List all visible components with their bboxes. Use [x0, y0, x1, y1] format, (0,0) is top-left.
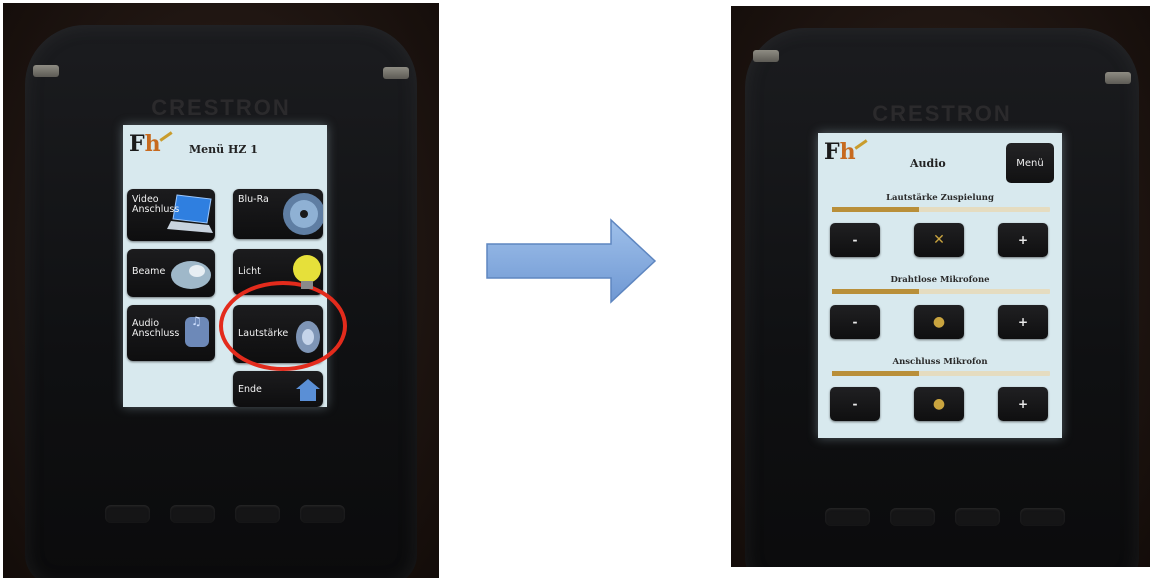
bulb-icon: [293, 255, 321, 289]
logo-swoosh: [854, 139, 868, 150]
brand-logo: CRESTRON: [872, 101, 1012, 126]
projector-icon: [171, 261, 211, 289]
level-fill: [832, 207, 920, 212]
mute-button[interactable]: ✕: [914, 223, 964, 257]
mute-icon: ✕: [933, 232, 945, 248]
section-label: Drahtlose Mikrofone: [890, 275, 990, 285]
home-icon: [296, 379, 320, 401]
tile-blu-ray[interactable]: Blu-Ra: [233, 189, 323, 239]
mute-button[interactable]: ●: [914, 305, 964, 339]
hardware-button[interactable]: [170, 505, 215, 523]
section-label: Lautstärke Zuspielung: [886, 193, 994, 203]
hardware-button[interactable]: [105, 505, 150, 523]
volume-up-button[interactable]: +: [998, 387, 1048, 421]
volume-down-button[interactable]: -: [830, 223, 880, 257]
music-icon: ♫: [185, 314, 209, 347]
fh-logo: Fh: [824, 139, 856, 165]
touch-panel-device: CRESTRON Fh Audio Menü Lautstärke Zuspie…: [745, 28, 1139, 567]
section-label: Anschluss Mikrofon: [892, 357, 988, 367]
tile-ende[interactable]: Ende: [233, 371, 323, 407]
tile-label: Beame: [132, 266, 166, 277]
tile-label: Blu-Ra: [238, 194, 269, 205]
level-fill: [832, 371, 920, 376]
hardware-button[interactable]: [955, 508, 1000, 526]
volume-down-button[interactable]: -: [830, 305, 880, 339]
hardware-button[interactable]: [890, 508, 935, 526]
hardware-buttons: [825, 508, 1065, 526]
level-bar: [832, 207, 1050, 212]
disc-icon: [283, 193, 323, 235]
tile-label: Ende: [238, 384, 262, 395]
mute-button[interactable]: ●: [914, 387, 964, 421]
brand-logo: CRESTRON: [151, 95, 291, 120]
hardware-button[interactable]: [300, 505, 345, 523]
volume-down-button[interactable]: -: [830, 387, 880, 421]
photo-after: CRESTRON Fh Audio Menü Lautstärke Zuspie…: [731, 6, 1150, 567]
volume-up-button[interactable]: +: [998, 305, 1048, 339]
status-led-right: [1105, 72, 1131, 84]
svg-text:♫: ♫: [191, 314, 202, 328]
hardware-button[interactable]: [825, 508, 870, 526]
photo-before: CRESTRON Fh Menü HZ 1 Video Anschluss Bl…: [3, 3, 439, 578]
screen-title: Menü HZ 1: [189, 143, 258, 156]
hardware-button[interactable]: [235, 505, 280, 523]
mic-icon: ●: [932, 314, 946, 330]
tile-audio-anschluss[interactable]: Audio Anschluss ♫: [127, 305, 215, 361]
tile-beamer[interactable]: Beame: [127, 249, 215, 297]
volume-up-button[interactable]: +: [998, 223, 1048, 257]
level-fill: [832, 289, 920, 294]
status-led-right: [383, 67, 409, 79]
level-bar: [832, 371, 1050, 376]
touch-panel-device: CRESTRON Fh Menü HZ 1 Video Anschluss Bl…: [25, 25, 417, 578]
transition-arrow-icon: [486, 218, 657, 304]
level-bar: [832, 289, 1050, 294]
status-led-left: [33, 65, 59, 77]
hardware-buttons: [105, 505, 345, 523]
status-led-left: [753, 50, 779, 62]
tile-video-anschluss[interactable]: Video Anschluss: [127, 189, 215, 241]
hardware-button[interactable]: [1020, 508, 1065, 526]
highlight-circle: [219, 281, 347, 371]
tile-label: Licht: [238, 266, 261, 277]
touch-screen: Fh Audio Menü Lautstärke Zuspielung - ✕ …: [818, 133, 1062, 438]
fh-logo: Fh: [129, 131, 161, 157]
screen-title: Audio: [910, 157, 946, 170]
speaker-icon: [296, 321, 320, 353]
menu-button[interactable]: Menü: [1006, 143, 1054, 183]
logo-swoosh: [159, 131, 173, 142]
mic-icon: ●: [932, 396, 946, 412]
tile-label: Audio Anschluss: [132, 318, 180, 339]
tile-label: Lautstärke: [238, 328, 289, 339]
